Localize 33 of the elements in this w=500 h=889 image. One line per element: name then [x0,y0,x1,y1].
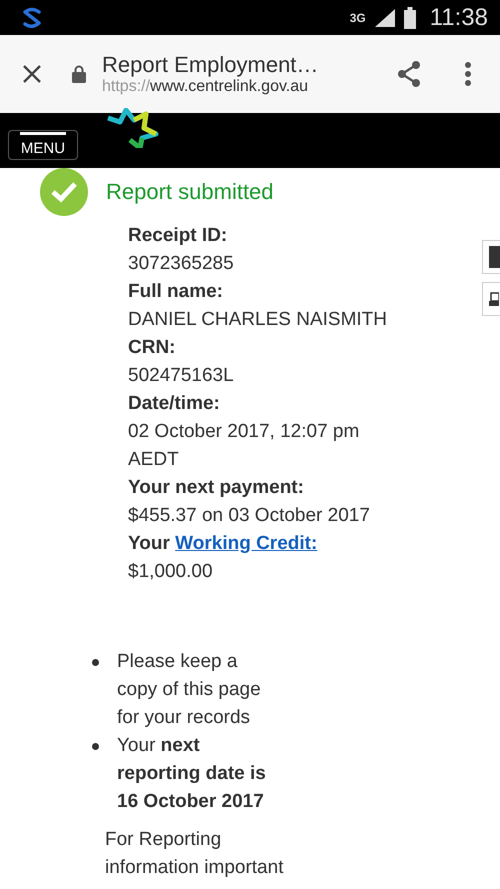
page-title: Report Employment… [102,52,320,78]
field-value: DANIEL CHARLES NAISMITH [128,308,388,332]
side-tab[interactable] [482,282,500,316]
field-label: Receipt ID: [128,224,228,248]
more-icon [464,62,472,86]
bullet-icon [92,743,99,750]
side-tab[interactable] [482,240,500,274]
field-value: $455.37 on 03 October 2017 [128,504,371,528]
field-label: Your [128,533,170,554]
field-value: 502475163L [128,364,235,388]
field-value: 3072365285 [128,252,235,276]
note-text: Your next reporting date is 16 October 2017 [117,734,267,814]
app-icon [20,6,44,30]
menu-button[interactable]: MENU [8,130,78,160]
clock: 11:38 [430,4,488,32]
check-circle-icon [40,168,88,216]
url-text: https://www.centrelink.gov.au [102,78,310,96]
field-label: Full name: [128,280,224,304]
share-icon [396,60,422,88]
field-value: 02 October 2017, 12:07 pm AEDT [128,420,360,472]
lock-icon [72,65,86,83]
network-indicator: 3G [350,10,366,24]
field-value: $1,000.00 [128,560,214,584]
heading: Report submitted [106,179,274,205]
bullet-icon [92,659,99,666]
field-label: Date/time: [128,392,221,416]
signal-icon [374,8,396,28]
info-text: For Reporting information important [105,828,284,880]
close-icon [22,64,42,84]
battery-icon [404,6,416,28]
field-label: CRN: [128,336,176,360]
working-credit-link[interactable]: Working Credit: [175,533,318,554]
field-label: Your next payment: [128,476,305,500]
